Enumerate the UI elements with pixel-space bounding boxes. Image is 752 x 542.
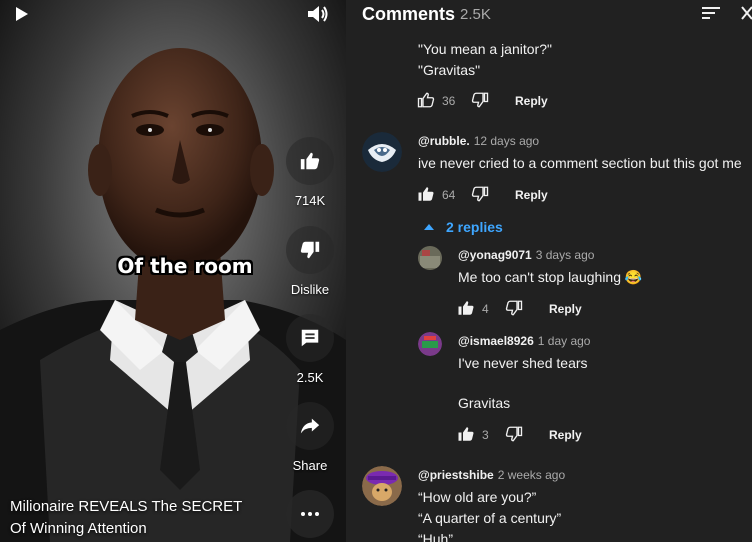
sort-icon[interactable] xyxy=(702,4,720,22)
comment-author[interactable]: @yonag9071 3 days ago xyxy=(458,248,594,262)
video-title-line-2: Of Winning Attention xyxy=(10,520,147,537)
more-horizontal-icon xyxy=(301,512,319,516)
comment-author[interactable]: @priestshibe 2 weeks ago xyxy=(418,468,565,482)
comment-text: ive never cried to a comment section but… xyxy=(418,155,742,171)
chevron-up-icon xyxy=(424,224,434,230)
thumbs-up-filled-icon[interactable] xyxy=(416,184,436,204)
like-count: 714K xyxy=(294,193,326,208)
comment-text-body: Me too can't stop laughing xyxy=(458,269,622,285)
dislike-action[interactable]: Dislike xyxy=(286,226,334,297)
close-icon[interactable] xyxy=(740,3,752,23)
author-handle: @yonag9071 xyxy=(458,248,532,262)
comments-action[interactable]: 2.5K xyxy=(286,314,334,385)
comment-text-line: "You mean a janitor?" xyxy=(418,41,552,57)
volume-icon xyxy=(308,6,328,22)
comments-header: Comments 2.5K xyxy=(346,0,752,30)
like-count: 4 xyxy=(482,302,489,316)
thumbs-up-filled-icon[interactable] xyxy=(456,298,476,318)
video-title[interactable]: Milionaire REVEALS The SECRET Of Winning… xyxy=(10,496,260,540)
comment-count: 2.5K xyxy=(296,370,324,385)
more-options-button[interactable] xyxy=(286,490,334,538)
like-button[interactable] xyxy=(286,137,334,185)
laughing-emoji-icon: 😂 xyxy=(624,269,643,285)
replies-count: 2 replies xyxy=(446,219,503,235)
avatar[interactable] xyxy=(362,132,402,172)
comment-author[interactable]: @ismael8926 1 day ago xyxy=(458,334,590,348)
reply-button[interactable]: Reply xyxy=(515,94,548,108)
comments-panel: Comments 2.5K "You mean a janitor?" "Gra… xyxy=(346,0,752,542)
thumbs-down-icon xyxy=(300,241,320,259)
thumbs-up-outline-icon[interactable] xyxy=(416,90,436,110)
replies-toggle[interactable]: 2 replies xyxy=(424,219,503,235)
comments-count: 2.5K xyxy=(460,6,491,23)
comment-time: 3 days ago xyxy=(535,248,595,262)
dislike-button[interactable] xyxy=(286,226,334,274)
dislike-label: Dislike xyxy=(290,282,330,297)
reply-button[interactable]: Reply xyxy=(549,428,582,442)
share-arrow-icon xyxy=(300,418,320,434)
author-handle: @rubble. xyxy=(418,134,470,148)
comment-text-line: “Huh” xyxy=(418,531,454,542)
like-count: 3 xyxy=(482,428,489,442)
comments-button[interactable] xyxy=(286,314,334,362)
reply-button[interactable]: Reply xyxy=(515,188,548,202)
thumbs-up-icon xyxy=(300,152,320,170)
shorts-video-player[interactable]: Of the room 714K Dislike 2.5K Share Mili… xyxy=(0,0,346,542)
comment-icon xyxy=(301,329,319,347)
thumbs-down-outline-icon[interactable] xyxy=(470,184,490,204)
share-button[interactable] xyxy=(286,402,334,450)
volume-button[interactable] xyxy=(306,2,330,26)
like-count: 36 xyxy=(442,94,456,108)
like-action[interactable]: 714K xyxy=(286,137,334,208)
like-count: 64 xyxy=(442,188,456,202)
author-handle: @priestshibe xyxy=(418,468,494,482)
comment-text-line: “A quarter of a century” xyxy=(418,510,562,526)
comment-time: 1 day ago xyxy=(537,334,591,348)
thumbs-down-outline-icon[interactable] xyxy=(504,424,524,444)
thumbs-up-filled-icon[interactable] xyxy=(456,424,476,444)
play-icon xyxy=(16,7,28,21)
play-button[interactable] xyxy=(10,2,34,26)
avatar[interactable] xyxy=(418,246,442,270)
author-handle: @ismael8926 xyxy=(458,334,534,348)
share-label: Share xyxy=(292,458,328,473)
comment-time: 12 days ago xyxy=(473,134,540,148)
avatar[interactable] xyxy=(362,466,402,506)
comment-text-line: “How old are you?” xyxy=(418,489,537,505)
comment-time: 2 weeks ago xyxy=(497,468,566,482)
comment-text-line: Gravitas xyxy=(458,395,511,411)
thumbs-down-outline-icon[interactable] xyxy=(470,90,490,110)
comment-text-line: I've never shed tears xyxy=(458,355,588,371)
comment-text: Me too can't stop laughing 😂 xyxy=(458,269,642,286)
reply-button[interactable]: Reply xyxy=(549,302,582,316)
share-action[interactable]: Share xyxy=(286,402,334,473)
thumbs-down-outline-icon[interactable] xyxy=(504,298,524,318)
video-title-line-1: Milionaire REVEALS The SECRET xyxy=(10,498,243,515)
comments-title: Comments xyxy=(362,4,456,24)
avatar[interactable] xyxy=(418,332,442,356)
comment-author[interactable]: @rubble. 12 days ago xyxy=(418,134,539,148)
comment-text-line: "Gravitas" xyxy=(418,62,481,78)
more-action[interactable] xyxy=(286,490,334,538)
